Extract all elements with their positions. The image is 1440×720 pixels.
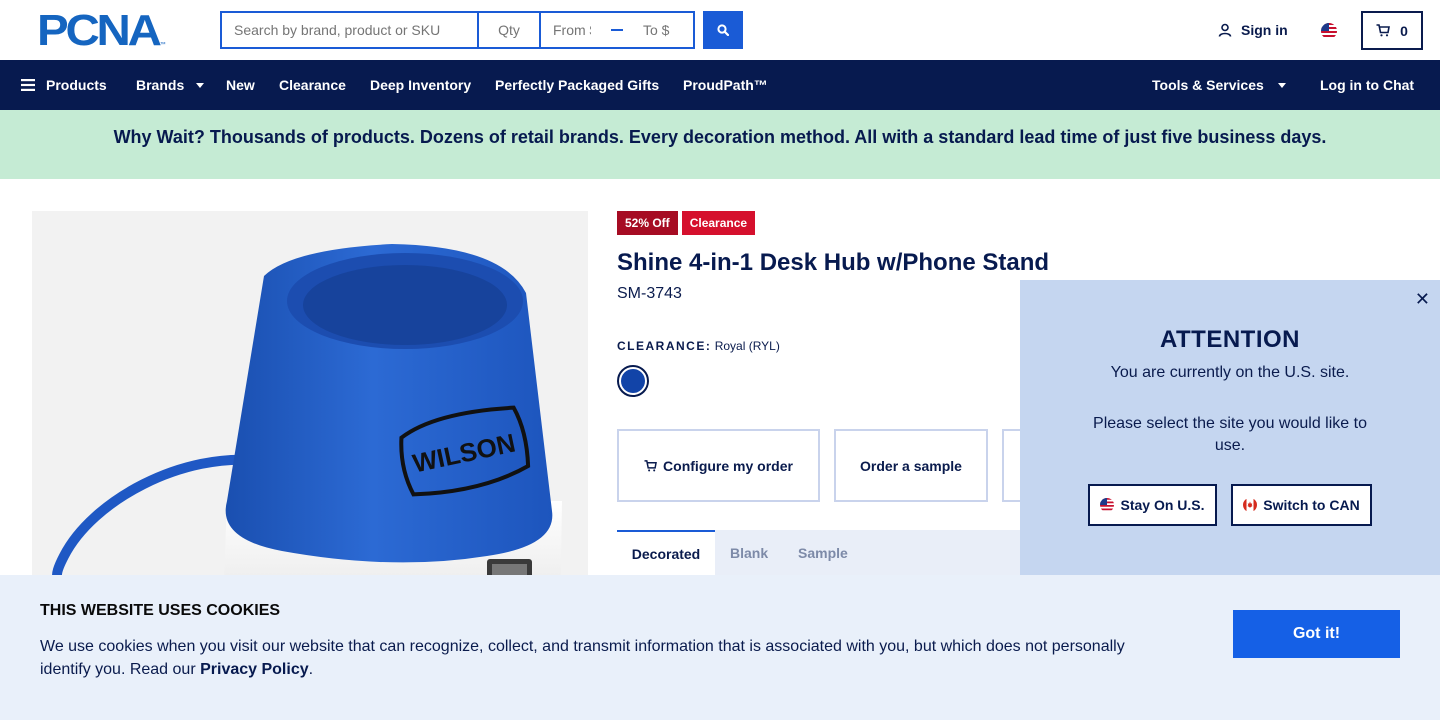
chevron-down-icon xyxy=(196,82,205,88)
nav-proudpath[interactable]: ProudPath™ xyxy=(683,60,768,110)
attention-prompt: Please select the site you would like to… xyxy=(1093,415,1367,454)
nav-products[interactable]: Products xyxy=(21,60,107,110)
cookie-title: THIS WEBSITE USES COOKIES xyxy=(40,602,281,619)
nav-brands-label: Brands xyxy=(136,77,185,93)
configure-order-button[interactable]: Configure my order xyxy=(617,429,820,502)
site-selector-popup: ✕ ATTENTION You are currently on the U.S… xyxy=(1020,280,1440,575)
configure-order-label: Configure my order xyxy=(663,457,793,474)
nav-new-label: New xyxy=(226,77,255,93)
sign-in-label: Sign in xyxy=(1241,22,1288,38)
chevron-down-icon xyxy=(1277,82,1286,88)
logo-trademark: ™ xyxy=(159,42,166,48)
color-label-key: CLEARANCE: xyxy=(617,339,712,353)
nav-proudpath-label: ProudPath™ xyxy=(683,77,768,93)
nav-clearance[interactable]: Clearance xyxy=(279,60,346,110)
range-dash xyxy=(611,29,623,31)
hamburger-icon xyxy=(21,79,35,91)
order-sample-label: Order a sample xyxy=(860,457,962,474)
canada-flag-icon xyxy=(1243,498,1258,512)
cart-icon xyxy=(644,459,657,471)
nav-deep-inventory[interactable]: Deep Inventory xyxy=(370,60,471,110)
stay-us-button[interactable]: Stay On U.S. xyxy=(1088,484,1217,526)
tab-sample[interactable]: Sample xyxy=(798,530,848,575)
swatch-fill xyxy=(621,369,645,393)
site-header: PCNA ™ Sign in xyxy=(0,0,1440,60)
search-input[interactable] xyxy=(222,13,479,47)
color-swatch-royal[interactable] xyxy=(617,365,649,397)
sign-in-link[interactable]: Sign in xyxy=(1218,22,1288,38)
nav-products-label: Products xyxy=(46,77,107,93)
color-label-value: Royal (RYL) xyxy=(714,339,780,353)
pricing-tabs: Decorated Blank Sample xyxy=(617,530,1020,575)
tab-blank[interactable]: Blank xyxy=(730,530,768,575)
product-sku: SM-3743 xyxy=(617,285,682,302)
us-flag-icon xyxy=(1321,23,1337,39)
switch-can-button[interactable]: Switch to CAN xyxy=(1231,484,1372,526)
cookie-banner: THIS WEBSITE USES COOKIES We use cookies… xyxy=(0,575,1440,720)
nav-clearance-label: Clearance xyxy=(279,77,346,93)
nav-deep-inventory-label: Deep Inventory xyxy=(370,77,472,93)
cookie-text: We use cookies when you visit our websit… xyxy=(40,635,1150,681)
nav-brands[interactable]: Brands xyxy=(136,60,205,110)
promo-banner-text: Why Wait? Thousands of products. Dozens … xyxy=(113,127,1327,147)
logo-text: PCNA xyxy=(37,6,162,55)
price-from-input[interactable] xyxy=(541,15,603,45)
nav-gifts[interactable]: Perfectly Packaged Gifts xyxy=(495,60,659,110)
cart-icon xyxy=(1376,24,1391,37)
promo-banner: Why Wait? Thousands of products. Dozens … xyxy=(0,110,1440,179)
nav-tools-label: Tools & Services xyxy=(1152,77,1264,93)
cart-button[interactable]: 0 xyxy=(1361,11,1423,50)
price-range xyxy=(541,13,695,47)
nav-new[interactable]: New xyxy=(226,60,255,110)
close-icon[interactable]: ✕ xyxy=(1415,289,1430,310)
search-icon xyxy=(717,24,729,36)
attention-title: ATTENTION xyxy=(1159,326,1301,353)
product-badges: 52% Off Clearance xyxy=(617,211,756,235)
privacy-policy-link[interactable]: Privacy Policy xyxy=(200,661,309,678)
nav-chat-login[interactable]: Log in to Chat xyxy=(1320,60,1414,110)
attention-message: You are currently on the U.S. site. xyxy=(1110,364,1350,381)
product-title: Shine 4-in-1 Desk Hub w/Phone Stand xyxy=(617,249,1050,276)
discount-badge: 52% Off xyxy=(617,211,678,235)
search-bar xyxy=(220,11,695,49)
search-button[interactable] xyxy=(703,11,743,49)
accept-cookies-button[interactable]: Got it! xyxy=(1233,610,1400,658)
country-selector[interactable] xyxy=(1321,23,1337,44)
cart-count: 0 xyxy=(1400,22,1408,39)
order-sample-button[interactable]: Order a sample xyxy=(834,429,988,502)
color-label: CLEARANCE: Royal (RYL) xyxy=(617,339,780,353)
us-flag-icon xyxy=(1100,498,1115,512)
user-icon xyxy=(1218,23,1232,37)
price-to-input[interactable] xyxy=(631,15,693,45)
nav-gifts-label: Perfectly Packaged Gifts xyxy=(495,77,660,93)
clearance-badge: Clearance xyxy=(681,211,756,235)
pcna-logo[interactable]: PCNA ™ xyxy=(37,6,166,55)
tab-decorated[interactable]: Decorated xyxy=(617,530,715,575)
main-nav: Products Brands New Clearance Deep Inven… xyxy=(0,60,1440,110)
stay-us-label: Stay On U.S. xyxy=(1120,497,1205,513)
switch-can-label: Switch to CAN xyxy=(1263,497,1360,513)
nav-chat-label: Log in to Chat xyxy=(1320,77,1415,93)
qty-input[interactable] xyxy=(479,13,541,47)
nav-tools-services[interactable]: Tools & Services xyxy=(1152,60,1286,110)
cookie-text-end: . xyxy=(308,661,314,678)
